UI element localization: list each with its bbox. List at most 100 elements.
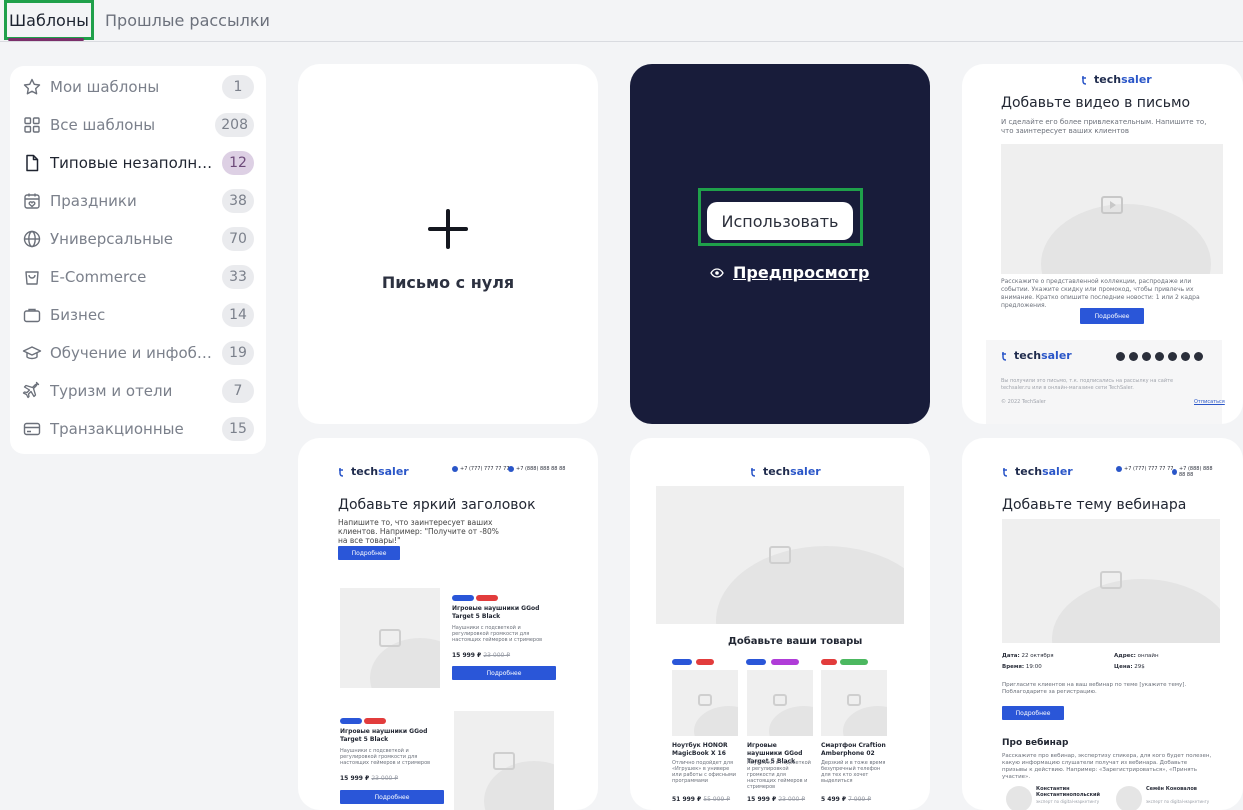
product-1-old-price: 23 000 ₽ (483, 652, 511, 659)
sidebar-item-label: Мои шаблоны (50, 78, 160, 96)
new-letter-label: Письмо с нуля (381, 272, 515, 292)
price-label: Цена: (1114, 664, 1133, 670)
sidebar-item-label: Все шаблоны (50, 116, 156, 134)
product-tag (840, 659, 868, 665)
airplane-icon (22, 381, 40, 399)
phone-2: +7 (888) 888 88 88 (1172, 466, 1220, 478)
template-preview: tech saler +7 (777) 777 77 77 +7 (888) 88… (324, 456, 572, 810)
sidebar-item-transactional[interactable]: Транзакционные 15 (10, 411, 266, 447)
speaker-2-role: эксперт по digital-маркетингу (1146, 799, 1210, 804)
product-tag (696, 659, 714, 665)
sidebar-item-count: 19 (222, 341, 254, 365)
odnoklassniki-icon (1155, 352, 1164, 361)
globe-icon (23, 230, 41, 248)
speaker-2-name: Семён Коновалов (1146, 786, 1197, 792)
tab-templates[interactable]: Шаблоны (4, 0, 94, 40)
webinar-invite: Пригласите клиентов на ваш вебинар по те… (1002, 682, 1187, 695)
product-1-button: Подробнее (452, 666, 556, 680)
new-letter-card[interactable]: Письмо с нуля (298, 64, 598, 424)
product-tag (672, 659, 692, 665)
graduation-cap-icon (22, 346, 42, 360)
brand-text-a: tech (351, 465, 379, 478)
preview-link[interactable]: Предпросмотр (710, 263, 869, 282)
tab-past-label: Прошлые рассылки (105, 10, 270, 30)
tab-past-mailings[interactable]: Прошлые рассылки (105, 0, 270, 40)
sidebar-item-my-templates[interactable]: Мои шаблоны 1 (10, 69, 266, 105)
product-2-price-value: 15 999 ₽ (747, 796, 777, 803)
sidebar-item-education[interactable]: Обучение и инфобизнес 19 (10, 335, 266, 371)
phone-1-text: +7 (777) 777 77 77 (1124, 466, 1174, 472)
brand-text-a: tech (1094, 73, 1122, 86)
template-preview: tech saler +7 (777) 777 77 77 +7 (888) 88… (988, 456, 1220, 810)
product-tag (340, 718, 362, 724)
product-image-placeholder (454, 711, 554, 810)
eye-icon (710, 267, 724, 278)
sidebar-item-label: Транзакционные (50, 420, 184, 438)
video-placeholder (1001, 144, 1223, 274)
product-image-placeholder (340, 588, 440, 688)
webinar-time: Время: 19:00 (1002, 663, 1042, 672)
template-card-products[interactable]: tech saler Добавьте ваши товары Ноутбук H… (630, 438, 930, 810)
product-image-placeholder (821, 670, 887, 736)
product-2-button: Подробнее (340, 790, 444, 804)
product-tag (746, 659, 766, 665)
sidebar-item-ecommerce[interactable]: E-Commerce 33 (10, 259, 266, 295)
product-2-price: 15 999 ₽ 23 000 ₽ (747, 796, 805, 803)
sidebar-item-count: 208 (215, 113, 254, 137)
template-card-webinar[interactable]: tech saler +7 (777) 777 77 77 +7 (888) 88… (962, 438, 1243, 810)
template-card-video[interactable]: tech saler Добавьте видео в письмо И сдел… (962, 64, 1243, 424)
sidebar-item-universal[interactable]: Универсальные 70 (10, 221, 266, 257)
product-1-price-value: 51 999 ₽ (672, 796, 702, 803)
product-tag (771, 659, 799, 665)
product-1-name: Ноутбук HONOR MagicBook X 16 (672, 742, 728, 757)
date-value: 22 октября (1021, 653, 1054, 659)
webinar-image-placeholder (1002, 519, 1220, 643)
template-card-headline[interactable]: tech saler +7 (777) 777 77 77 +7 (888) 88… (298, 438, 598, 810)
product-3-name: Смартфон Craftion Amberphone 02 (821, 742, 886, 757)
sidebar-item-blank-templates[interactable]: Типовые незаполненные 12 (10, 145, 266, 181)
template-text: Напишите то, что заинтересует ваших клие… (338, 518, 499, 545)
footer-text: Вы получили это письмо, т.к. подписались… (1001, 378, 1174, 391)
product-2-desc: Наушники с подсветкой и регулировкой гро… (747, 760, 811, 790)
product-1-price: 15 999 ₽ 23 000 ₽ (452, 652, 510, 659)
youtube-icon (1129, 352, 1138, 361)
sidebar-item-count: 33 (222, 265, 254, 289)
product-2-old-price: 23 000 ₽ (371, 775, 399, 782)
product-1-name: Игровые наушники GGod Target 5 Black (452, 605, 540, 620)
product-tag (821, 659, 837, 665)
tab-active-indicator (8, 38, 84, 41)
template-card-hover[interactable]: Использовать Предпросмотр (630, 64, 930, 424)
about-webinar-title: Про вебинар (1002, 738, 1069, 748)
brand-text-a: tech (763, 465, 791, 478)
sidebar-item-count: 12 (222, 151, 254, 175)
product-tag (476, 595, 498, 601)
speaker-1-avatar (1006, 786, 1032, 810)
footer-unsubscribe: Отписаться (1194, 399, 1225, 405)
techsaler-logo-icon (751, 467, 756, 477)
tab-templates-label: Шаблоны (9, 10, 89, 30)
template-footer: tech saler Вы получили это письмо, т.к. п… (986, 340, 1225, 424)
sidebar-item-count: 15 (222, 417, 254, 441)
brand-logo: tech saler (1081, 73, 1152, 86)
webinar-address: Адрес: онлайн (1114, 652, 1159, 661)
use-template-button[interactable]: Использовать (707, 202, 853, 240)
sidebar-item-holidays[interactable]: Праздники 38 (10, 183, 266, 219)
sidebar-item-count: 7 (222, 379, 254, 403)
speaker-1-name: Константин Константинопольский (1036, 786, 1101, 798)
sidebar-item-all-templates[interactable]: Все шаблоны 208 (10, 107, 266, 143)
time-value: 19:00 (1025, 664, 1042, 670)
sidebar-item-business[interactable]: Бизнес 14 (10, 297, 266, 333)
sidebar-item-label: E-Commerce (50, 268, 147, 286)
instagram-icon (1181, 352, 1190, 361)
play-icon (1101, 196, 1123, 214)
sidebar-item-tourism[interactable]: Туризм и отели 7 (10, 373, 266, 409)
phone-2: +7 (888) 888 88 88 (508, 466, 565, 472)
category-sidebar: Мои шаблоны 1 Все шаблоны 208 Типовые не… (10, 66, 266, 454)
template-title: Добавьте яркий заголовок (338, 497, 536, 513)
product-2-desc: Наушники с подсветкой и регулировкой гро… (340, 748, 431, 766)
address-value: онлайн (1137, 653, 1159, 659)
facebook-icon (1194, 352, 1203, 361)
phone-1-text: +7 (777) 777 77 77 (460, 466, 510, 472)
brand-text-b: saler (1121, 73, 1152, 86)
preview-label: Предпросмотр (733, 263, 870, 282)
